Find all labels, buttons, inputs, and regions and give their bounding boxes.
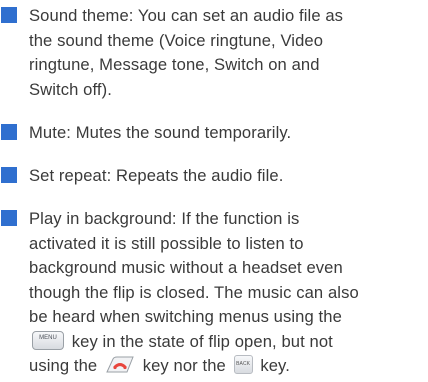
end-call-key-icon [105, 356, 135, 373]
list-item-text: Mute: Mutes the sound temporarily. [29, 121, 428, 146]
bullet-square [1, 210, 17, 226]
document-page: Sound theme: You can set an audio file a… [0, 0, 428, 379]
end-call-key-graphic [106, 356, 134, 373]
text-line: activated it is still possible to listen… [29, 233, 304, 253]
text-line: Mute: Mutes the sound temporarily. [29, 123, 292, 142]
bullet-square [1, 7, 17, 23]
text-line: Play in background: If the function is [29, 209, 300, 228]
text-line-with-keys: using the key nor the BACK key. [29, 354, 428, 379]
text-line: Switch off). [29, 79, 112, 99]
text-line: the sound theme (Voice ringtune, Video [29, 30, 324, 50]
menu-key-icon: MENU [32, 330, 64, 350]
list-item-text: Sound theme: You can set an audio file a… [29, 4, 428, 102]
list-item-text: Set repeat: Repeats the audio file. [29, 164, 428, 189]
back-key-label: BACK [236, 361, 251, 367]
bullet-square [1, 167, 17, 183]
text-fragment: key in the state of flip open, but not [71, 331, 333, 351]
text-fragment: key nor the [142, 356, 226, 375]
text-line: ringtune, Message tone, Switch on and [29, 55, 320, 74]
text-line: be heard when switching menus using the [29, 307, 342, 326]
bullet-square [1, 124, 17, 140]
text-fragment: using the [29, 356, 98, 375]
text-line: though the flip is closed. The music can… [29, 282, 359, 302]
list-item-text: Play in background: If the function is a… [29, 207, 428, 379]
back-key-icon: BACK [233, 355, 253, 374]
text-line: Sound theme: You can set an audio file a… [29, 6, 344, 25]
menu-key-label: MENU [39, 334, 57, 341]
text-line: Set repeat: Repeats the audio file. [29, 166, 284, 185]
text-line: background music without a headset even [29, 258, 343, 277]
text-line-with-menu-key: MENU key in the state of flip open, but … [29, 330, 428, 355]
text-fragment: key. [260, 356, 290, 375]
